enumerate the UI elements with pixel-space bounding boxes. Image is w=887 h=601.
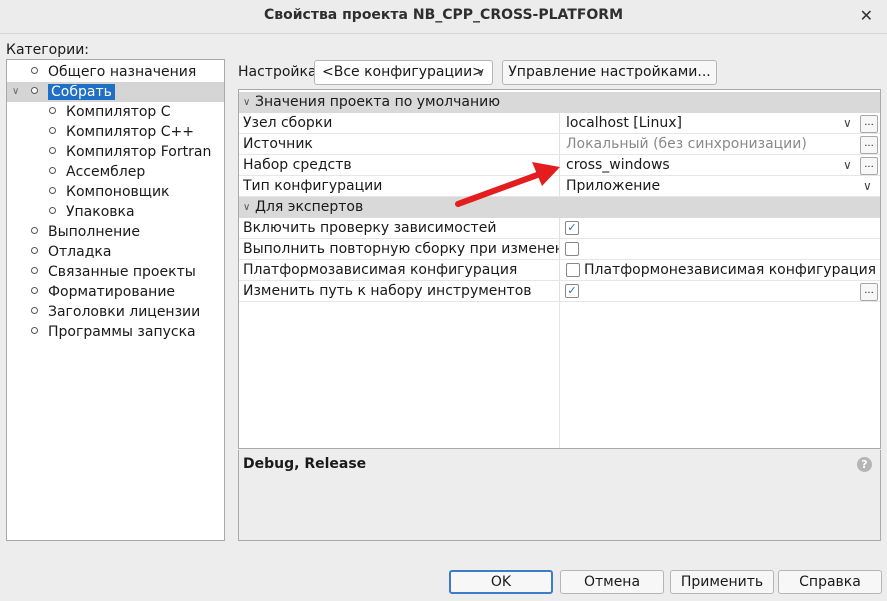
bullet-icon [31,266,38,274]
rebuild-on-change-checkbox[interactable] [565,242,579,256]
bullet-icon [49,126,56,134]
property-sheet: ∨ Значения проекта по умолчанию Узел сбо… [238,89,881,449]
property-row-source[interactable]: Источник Локальный (без синхронизации) .… [239,134,880,155]
bullet-icon [31,326,38,334]
bullet-icon [49,106,56,114]
property-row-configuration-type[interactable]: Тип конфигурации Приложение ∨ [239,176,880,197]
property-row-platform-specific[interactable]: Платформозависимая конфигурация Платформ… [239,260,880,281]
chevron-down-icon[interactable]: ∨ [863,176,872,196]
bullet-icon [31,286,38,294]
bullet-icon [49,146,56,154]
property-row-build-host[interactable]: Узел сборки localhost [Linux] ∨ ... [239,113,880,134]
category-assembler[interactable]: Ассемблер [49,162,145,182]
platform-specific-checkbox[interactable] [566,263,580,277]
property-row-rebuild-on-change[interactable]: Выполнить повторную сборку при изменении… [239,239,880,260]
bullet-icon [31,226,38,234]
configuration-select[interactable]: <Все конфигурации> ∨ [314,60,493,85]
bullet-icon [31,66,38,74]
category-build-label: Собрать [48,84,115,100]
configuration-type-value[interactable]: Приложение [566,176,660,196]
help-button[interactable]: Справка [778,570,882,594]
category-run[interactable]: Выполнение [31,222,140,242]
category-formatting[interactable]: Форматирование [31,282,175,302]
category-general[interactable]: Общего назначения [31,62,196,82]
dependency-check-checkbox[interactable]: ✓ [565,221,579,235]
section-project-defaults[interactable]: ∨ Значения проекта по умолчанию [239,92,880,113]
tool-collection-value[interactable]: cross_windows [566,155,670,175]
build-host-ellipsis-button[interactable]: ... [860,115,878,133]
categories-tree[interactable]: Общего назначения ∨ Собрать Компилятор C… [6,59,225,541]
configuration-value: <Все конфигурации> [322,64,484,80]
chevron-down-icon[interactable]: ∨ [843,155,852,175]
category-linker[interactable]: Компоновщик [49,182,170,202]
chevron-down-icon[interactable]: ∨ [243,197,250,218]
window-title: Свойства проекта NB_CPP_CROSS-PLATFORM [263,7,624,23]
bullet-icon [49,166,56,174]
column-divider [559,302,560,448]
toolchain-path-checkbox[interactable]: ✓ [565,284,579,298]
bullet-icon [31,306,38,314]
category-c-compiler[interactable]: Компилятор C [49,102,171,122]
apply-button[interactable]: Применить [670,570,774,594]
property-row-tool-collection[interactable]: Набор средств cross_windows ∨ ... [239,155,880,176]
chevron-down-icon[interactable]: ∨ [12,82,19,102]
category-launchers[interactable]: Программы запуска [31,322,196,342]
categories-label: Категории: [6,42,90,58]
cancel-button[interactable]: Отмена [560,570,664,594]
description-text: Debug, Release [243,456,367,472]
chevron-down-icon: ∨ [476,65,485,79]
build-host-value[interactable]: localhost [Linux] [566,113,682,133]
property-row-toolchain-path[interactable]: Изменить путь к набору инструментов ✓ ..… [239,281,880,302]
bullet-icon [49,186,56,194]
category-cpp-compiler[interactable]: Компилятор C++ [49,122,194,142]
category-build[interactable]: ∨ Собрать [7,82,224,102]
property-row-dependency-check[interactable]: Включить проверку зависимостей ✓ [239,218,880,239]
configuration-label: Настройка: [238,64,322,80]
toolchain-path-ellipsis-button[interactable]: ... [860,283,878,301]
title-bar: Свойства проекта NB_CPP_CROSS-PLATFORM ✕ [0,0,887,34]
category-related-projects[interactable]: Связанные проекты [31,262,196,282]
close-icon[interactable]: ✕ [860,6,873,25]
tool-collection-ellipsis-button[interactable]: ... [860,157,878,175]
bullet-icon [31,246,38,254]
bullet-icon [49,206,56,214]
help-icon[interactable]: ? [857,457,872,472]
category-debug[interactable]: Отладка [31,242,111,262]
bullet-icon [31,86,38,94]
section-experts[interactable]: ∨ Для экспертов [239,197,880,218]
category-packaging[interactable]: Упаковка [49,202,135,222]
manage-configurations-button[interactable]: Управление настройками... [502,60,717,85]
platform-specific-value: Платформонезависимая конфигурация [584,262,877,278]
category-license-headers[interactable]: Заголовки лицензии [31,302,200,322]
description-panel: Debug, Release ? [238,450,881,541]
category-fortran-compiler[interactable]: Компилятор Fortran [49,142,211,162]
ok-button[interactable]: OK [449,570,553,594]
chevron-down-icon[interactable]: ∨ [843,113,852,133]
source-value: Локальный (без синхронизации) [566,136,807,152]
source-ellipsis-button[interactable]: ... [860,136,878,154]
chevron-down-icon[interactable]: ∨ [243,92,250,113]
